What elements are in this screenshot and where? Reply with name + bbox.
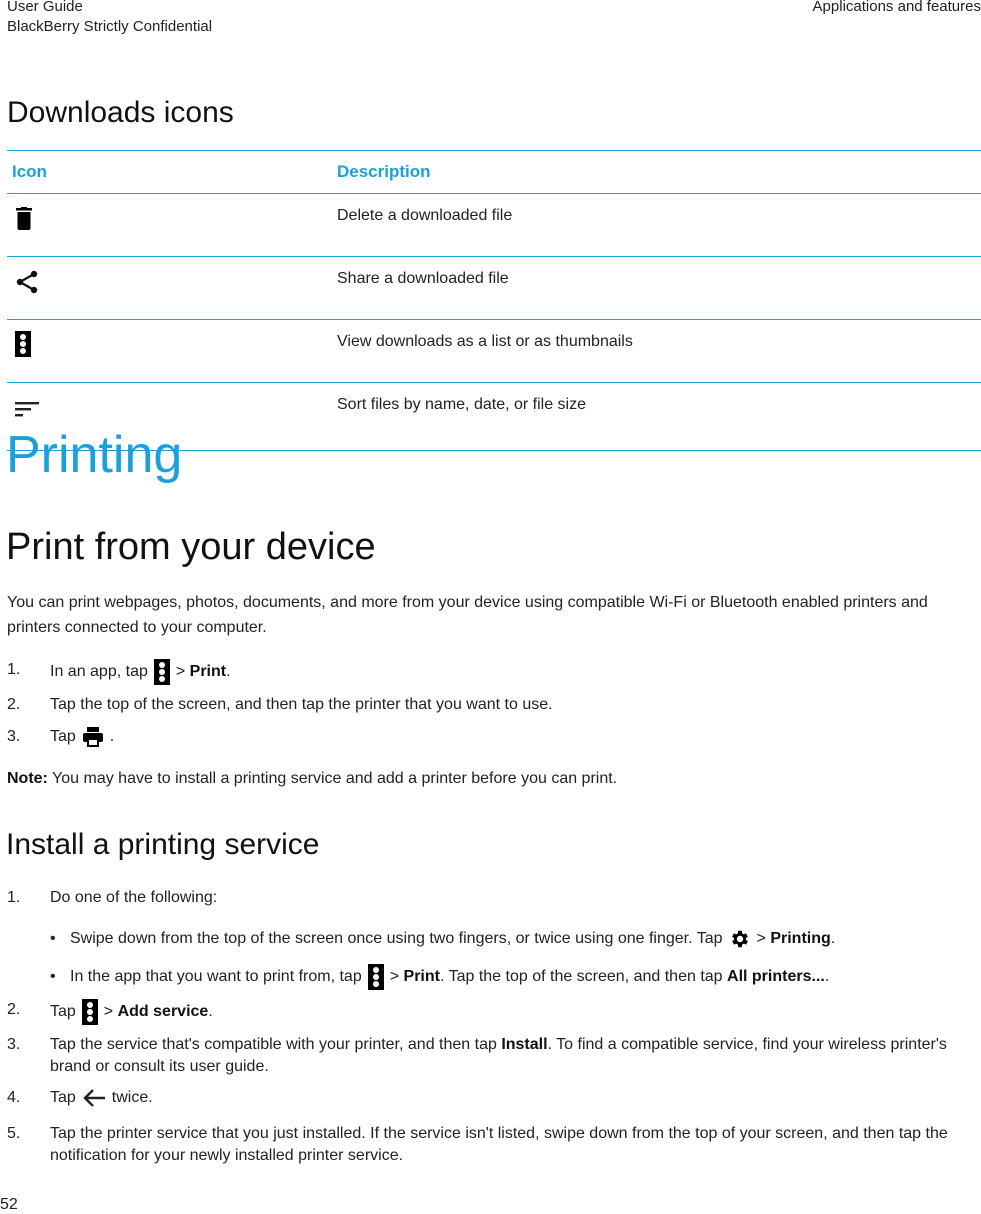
table-header-row: Icon Description	[7, 150, 981, 194]
add-service-label: Add service	[117, 1003, 209, 1021]
column-header-icon: Icon	[7, 150, 337, 194]
row-description: View downloads as a list or as thumbnail…	[337, 319, 981, 383]
print-menu-label: Print	[403, 968, 440, 986]
row-description: Sort files by name, date, or file size	[337, 382, 981, 451]
doc-title: User Guide	[7, 0, 83, 15]
downloads-icons-heading: Downloads icons	[7, 96, 234, 129]
table-row: View downloads as a list or as thumbnail…	[7, 319, 981, 383]
table-row: Share a downloaded file	[7, 256, 981, 320]
more-vertical-icon	[367, 964, 384, 990]
back-arrow-icon	[83, 1089, 105, 1107]
printing-settings-label: Printing	[770, 930, 831, 948]
trash-icon	[16, 207, 32, 230]
more-vertical-icon	[15, 331, 31, 357]
print-from-device-heading: Print from your device	[6, 526, 376, 568]
share-icon	[16, 270, 38, 294]
downloads-icons-table: Icon Description Delete a downloaded fil…	[7, 150, 981, 451]
install-printing-service-heading: Install a printing service	[6, 828, 320, 861]
install-option-swipe: • Swipe down from the top of the screen o…	[50, 928, 835, 950]
printing-heading: Printing	[6, 426, 183, 484]
install-label: Install	[501, 1036, 548, 1053]
row-description: Delete a downloaded file	[337, 193, 981, 257]
row-description: Share a downloaded file	[337, 256, 981, 320]
confidentiality-label: BlackBerry Strictly Confidential	[7, 18, 213, 35]
all-printers-label: All printers...	[727, 968, 825, 986]
printing-intro: You can print webpages, photos, document…	[7, 594, 928, 636]
bullet-icon: •	[50, 968, 56, 986]
table-row: Delete a downloaded file	[7, 193, 981, 257]
more-vertical-icon	[153, 659, 170, 685]
column-header-description: Description	[337, 150, 981, 194]
install-option-app: • In the app that you want to print from,…	[50, 964, 829, 990]
sort-icon	[15, 402, 39, 417]
page-header-left: User Guide BlackBerry Strictly Confident…	[7, 0, 212, 37]
print-menu-label: Print	[189, 663, 227, 681]
printing-note: Note: You may have to install a printing…	[7, 770, 618, 787]
section-label: Applications and features	[812, 0, 981, 15]
note-label: Note:	[7, 770, 48, 787]
page-number: 52	[0, 1196, 18, 1213]
bullet-icon: •	[50, 930, 56, 948]
settings-gear-icon	[731, 930, 748, 948]
more-vertical-icon	[81, 999, 98, 1025]
printer-icon	[82, 727, 103, 747]
